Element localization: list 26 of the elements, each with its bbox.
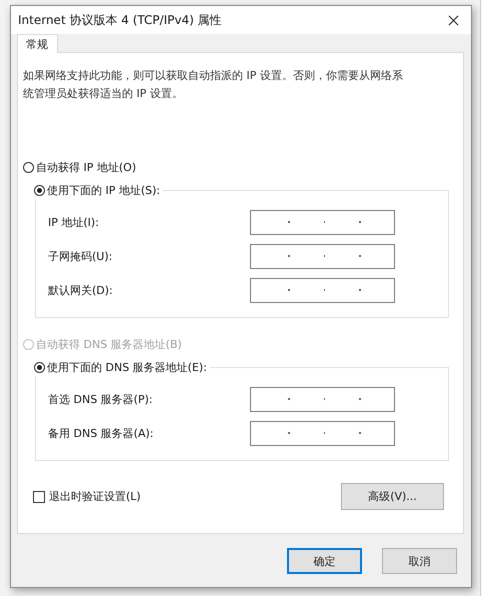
radio-button[interactable] bbox=[34, 184, 45, 196]
tab[interactable]: 常规 bbox=[17, 34, 58, 53]
ip-address-field[interactable] bbox=[250, 386, 395, 412]
ip-address-field[interactable] bbox=[250, 420, 395, 446]
field-label: 首选 DNS 服务器(P): bbox=[48, 392, 153, 406]
field-label: 备用 DNS 服务器(A): bbox=[48, 426, 154, 440]
radio-label: 自动获得 DNS 服务器地址(B) bbox=[36, 336, 182, 352]
advanced-button[interactable]: 高级(V)... bbox=[341, 483, 444, 510]
checkbox-label: 退出时验证设置(L) bbox=[49, 489, 141, 504]
checkbox[interactable] bbox=[33, 490, 45, 502]
field-label: IP 地址(I): bbox=[48, 214, 99, 230]
close-icon[interactable] bbox=[448, 14, 459, 26]
radio-label: 使用下面的 DNS 服务器地址(E): bbox=[47, 360, 207, 374]
radio-button[interactable] bbox=[23, 162, 34, 172]
ip-address-field[interactable] bbox=[250, 210, 395, 234]
radio-button[interactable] bbox=[34, 362, 45, 372]
description-text: 如果网络支持此功能，则可以获取自动指派的 IP 设置。否则，你需要从网络系统管理员处获得适当的 IP 设置。 bbox=[23, 68, 404, 102]
window-title: Internet 协议版本 4 (TCP/IPv4) 属性 bbox=[18, 12, 222, 28]
field-label: 子网掩码(U): bbox=[48, 248, 112, 264]
radio-label: 自动获得 IP 地址(O) bbox=[36, 160, 136, 174]
dialog-button[interactable]: 取消 bbox=[382, 548, 457, 574]
radio-label: 使用下面的 IP 地址(S): bbox=[47, 182, 160, 198]
dialog-button[interactable]: 确定 bbox=[287, 548, 362, 574]
ip-address-field[interactable] bbox=[250, 244, 395, 268]
field-label: 默认网关(D): bbox=[48, 282, 113, 298]
ip-address-field[interactable] bbox=[250, 278, 395, 302]
